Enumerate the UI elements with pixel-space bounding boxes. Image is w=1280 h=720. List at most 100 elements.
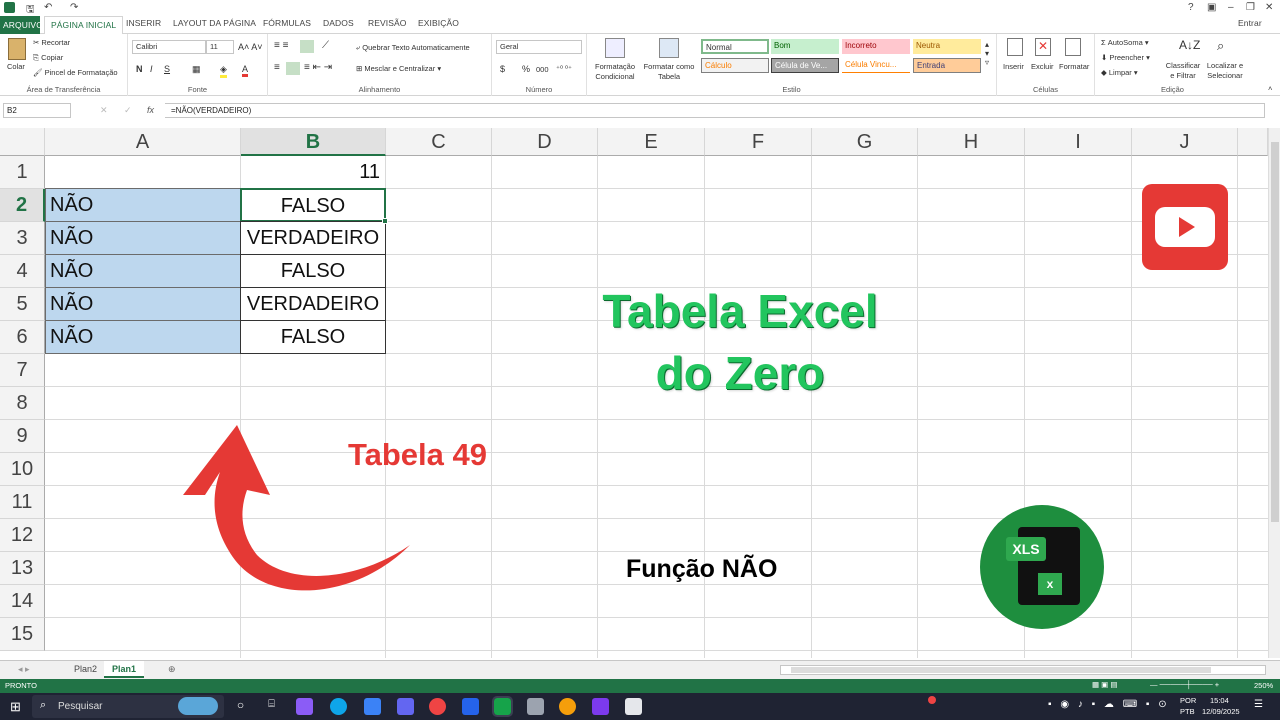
cell-a3[interactable]: NÃO	[45, 221, 241, 255]
cell-b1[interactable]: 11	[241, 156, 385, 189]
copy-button[interactable]: ⎘ Copiar	[33, 53, 63, 63]
sheet-tab-plan2[interactable]: Plan2	[66, 661, 105, 678]
language-label-1[interactable]: POR	[1180, 696, 1196, 705]
row-header-6[interactable]: 6	[0, 321, 45, 354]
sheet-prev-icon[interactable]: ◂ ▸	[10, 661, 38, 678]
tab-data[interactable]: DADOS	[323, 18, 354, 28]
help-button[interactable]: ?	[1188, 2, 1194, 13]
task-view-icon[interactable]: ○	[232, 698, 249, 715]
add-sheet-icon[interactable]: ⊕	[160, 661, 184, 678]
media-icon[interactable]	[592, 698, 609, 715]
style-bad[interactable]: Incorreto	[842, 39, 910, 54]
row-header-7[interactable]: 7	[0, 354, 45, 387]
font-size-select[interactable]: 11	[206, 40, 234, 54]
mail-icon[interactable]	[364, 698, 381, 715]
style-good[interactable]: Bom	[771, 39, 839, 54]
minimize-button[interactable]: –	[1228, 2, 1234, 13]
row-header-1[interactable]: 1	[0, 156, 45, 189]
tab-formulas[interactable]: FÓRMULAS	[263, 18, 311, 28]
row-header-13[interactable]: 13	[0, 552, 45, 585]
sort-filter-button[interactable]: Classificar e Filtrar	[1163, 61, 1203, 81]
cell-b4[interactable]: FALSO	[240, 254, 386, 288]
row-header-11[interactable]: 11	[0, 486, 45, 519]
redo-icon[interactable]: ↷	[70, 2, 78, 13]
format-as-table-button[interactable]: Formatar como Tabela	[641, 62, 697, 82]
column-header-d[interactable]: D	[492, 128, 598, 156]
conditional-format-button[interactable]: Formatação Condicional	[591, 62, 639, 82]
restore-button[interactable]: ❐	[1246, 2, 1255, 13]
top-align-icon[interactable]: ≡ ≡	[274, 40, 288, 51]
tab-review[interactable]: REVISÃO	[368, 18, 407, 28]
row-header-12[interactable]: 12	[0, 519, 45, 552]
column-header-k[interactable]	[1238, 128, 1268, 156]
orientation-icon[interactable]: ⟋	[322, 40, 329, 51]
column-header-c[interactable]: C	[386, 128, 492, 156]
delete-cells-button[interactable]: Excluir	[1031, 62, 1054, 71]
tab-insert[interactable]: INSERIR	[126, 18, 161, 28]
align-center-icon[interactable]	[286, 62, 300, 75]
cell-a5[interactable]: NÃO	[45, 287, 241, 321]
notepad-icon[interactable]	[527, 698, 544, 715]
tray-icons[interactable]: ▪ ◉ ♪ ▪ ☁ ⌨ ▪ ⊙	[1048, 699, 1170, 710]
collapse-ribbon-icon[interactable]: ˄	[1268, 84, 1272, 93]
autosum-button[interactable]: Σ AutoSoma ▾	[1101, 38, 1149, 47]
format-painter-button[interactable]: 🖌 Pincel de Formatação	[33, 68, 118, 77]
row-header-5[interactable]: 5	[0, 288, 45, 321]
underline-button[interactable]: S	[164, 64, 170, 74]
thousands-button[interactable]: 000	[536, 65, 549, 74]
style-input[interactable]: Entrada	[913, 58, 981, 73]
column-header-e[interactable]: E	[598, 128, 705, 156]
cell-a2[interactable]: NÃO	[45, 188, 241, 222]
clock-date[interactable]: 12/09/2025	[1202, 707, 1240, 716]
undo-icon[interactable]: ↶	[44, 2, 52, 13]
ribbon-display-icon[interactable]: ▣	[1207, 2, 1216, 13]
row-header-8[interactable]: 8	[0, 387, 45, 420]
tab-view[interactable]: EXIBIÇÃO	[418, 18, 459, 28]
horizontal-scroll-thumb[interactable]	[791, 667, 1211, 673]
zoom-level[interactable]: 250%	[1254, 681, 1273, 690]
sheet-tab-plan1[interactable]: Plan1	[104, 661, 145, 678]
paste-button[interactable]: Colar	[7, 62, 25, 71]
column-header-i[interactable]: I	[1025, 128, 1132, 156]
find-select-button[interactable]: Localizar e Selecionar	[1203, 61, 1247, 81]
percent-button[interactable]: %	[522, 64, 530, 74]
normal-view-icon[interactable]: ▦ ▣ ▤	[1092, 680, 1117, 689]
tab-home[interactable]: PÁGINA INICIAL	[44, 16, 124, 35]
name-box[interactable]: B2	[3, 103, 71, 118]
styles-more-icon[interactable]: ▴ ▾ ▿	[985, 40, 989, 67]
align-left-icon[interactable]: ≡	[274, 62, 280, 73]
windows-start-icon[interactable]: ⊞	[10, 699, 21, 715]
align-right-icon[interactable]: ≡ ⇤ ⇥	[304, 62, 332, 73]
row-header-9[interactable]: 9	[0, 420, 45, 453]
borders-icon[interactable]: ▦	[192, 64, 201, 75]
copilot-icon[interactable]	[296, 698, 313, 715]
enter-formula-icon[interactable]: ✓	[124, 105, 132, 116]
tab-page-layout[interactable]: LAYOUT DA PÁGINA	[173, 18, 256, 28]
insert-cells-button[interactable]: Inserir	[1003, 62, 1024, 71]
cancel-formula-icon[interactable]: ✕	[100, 105, 108, 116]
style-normal[interactable]: Normal	[701, 39, 769, 54]
column-header-a[interactable]: A	[45, 128, 241, 156]
column-header-h[interactable]: H	[918, 128, 1025, 156]
cell-a4[interactable]: NÃO	[45, 254, 241, 288]
chrome-profile-icon[interactable]	[559, 698, 576, 715]
grow-font-icon[interactable]: A˄ A˅	[238, 42, 263, 52]
fill-color-icon[interactable]: ◈	[220, 64, 227, 78]
middle-align-icon[interactable]	[300, 40, 314, 53]
italic-button[interactable]: I	[150, 64, 153, 74]
column-header-j[interactable]: J	[1132, 128, 1238, 156]
fill-button[interactable]: ⬇ Preencher ▾	[1101, 53, 1150, 62]
format-cells-button[interactable]: Formatar	[1059, 62, 1089, 71]
row-header-10[interactable]: 10	[0, 453, 45, 486]
cell-b3[interactable]: VERDADEIRO	[240, 221, 386, 255]
search-box[interactable]: ⌕ Pesquisar	[32, 695, 224, 718]
horizontal-scrollbar[interactable]	[780, 665, 1266, 675]
style-neutral[interactable]: Neutra	[913, 39, 981, 54]
store-icon[interactable]	[397, 698, 414, 715]
wrap-text-button[interactable]: ⤶ Quebrar Texto Automaticamente	[356, 43, 470, 53]
cell-b2[interactable]: FALSO	[240, 188, 386, 222]
chrome-icon[interactable]	[429, 698, 446, 715]
formula-input[interactable]: =NÃO(VERDADEIRO)	[165, 103, 1265, 118]
fill-handle[interactable]	[382, 218, 388, 224]
row-header-15[interactable]: 15	[0, 618, 45, 651]
